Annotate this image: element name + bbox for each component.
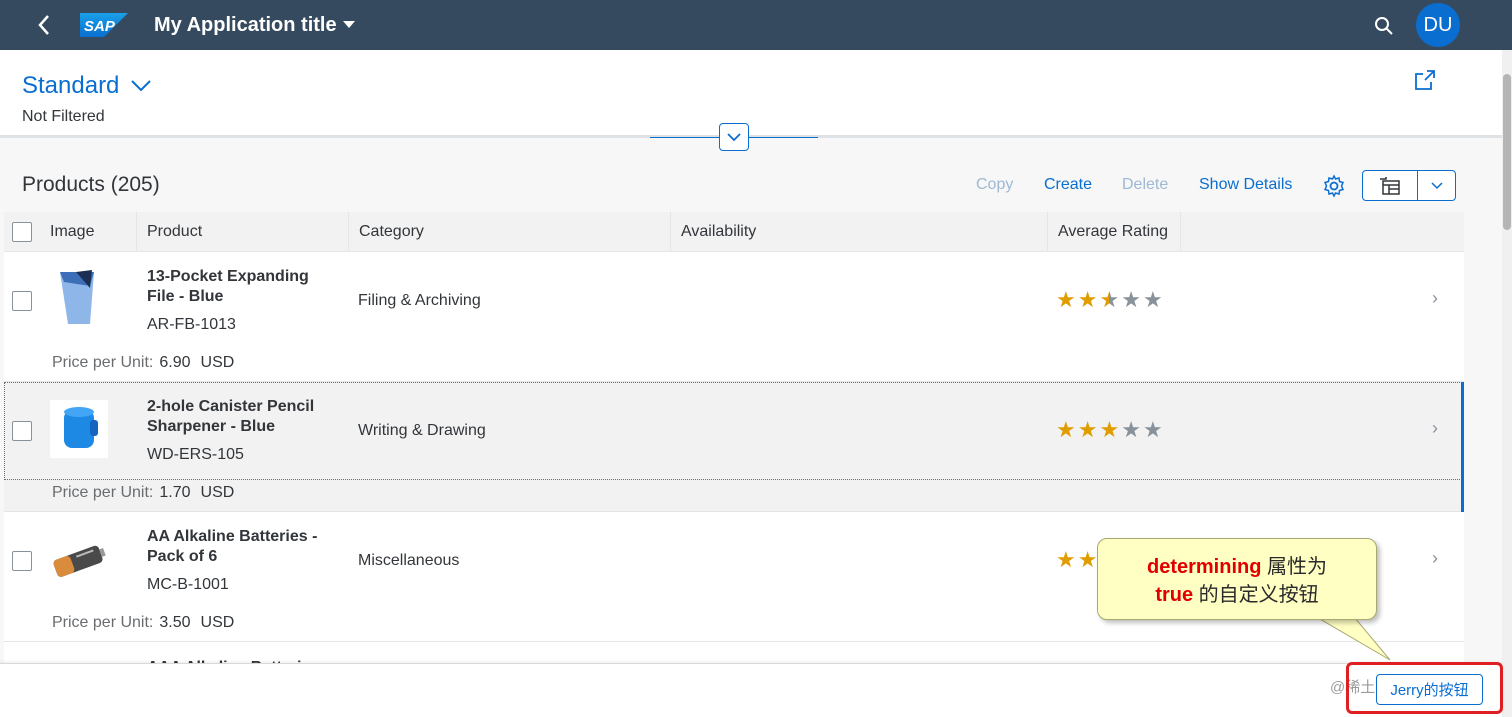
shell-bar: SAP My Application title DU [0,0,1512,50]
variant-title: Standard [22,72,120,99]
chevron-down-icon [1430,181,1443,189]
table-header: Image Product Category Availability Aver… [4,212,1464,252]
filter-status: Not Filtered [22,108,105,125]
settings-gear-icon[interactable] [1322,174,1346,198]
half-star-icon: ★ [1099,287,1120,312]
product-category: Filing & Archiving [358,292,481,309]
scrollbar-thumb[interactable] [1503,74,1511,230]
product-name: AA Alkaline Batteries - Pack of 6 [147,528,318,565]
column-header-availability[interactable]: Availability [671,212,1048,252]
share-icon[interactable] [1413,68,1437,92]
callout-line-2: true 的自定义按钮 [1098,581,1376,609]
highlight-box [1346,662,1503,714]
avatar[interactable]: DU [1416,3,1460,47]
star-icon: ★ [1142,417,1163,442]
dynamic-page-header: Standard Not Filtered [0,50,1502,138]
star-icon: ★ [1142,287,1163,312]
price-per-unit: Price per Unit: 1.70 USD [52,484,234,502]
product-id: AR-FB-1013 [147,316,236,333]
column-header-category[interactable]: Category [349,212,671,252]
callout-keyword: determining [1146,556,1262,578]
star-icon: ★ [1056,417,1076,442]
show-details-button[interactable]: Show Details [1199,176,1292,194]
export-dropdown[interactable] [1418,171,1455,200]
chevron-down-icon [131,80,152,92]
dropdown-icon [342,21,355,28]
price-currency: USD [200,354,235,371]
product-name: 2-hole Canister Pencil Sharpener - Blue [147,398,315,435]
rating-indicator: ★ ★ ★ ★ ★ [1056,419,1163,441]
export-spreadsheet-icon [1380,176,1400,195]
column-header-product[interactable]: Product [137,212,349,252]
header-divider-right [749,137,818,138]
product-image-expanding-file [60,270,94,324]
star-icon: ★ [1077,287,1098,312]
search-icon [1375,17,1393,35]
create-button[interactable]: Create [1044,176,1092,194]
star-icon: ★ [1056,287,1076,312]
price-value: 3.50 [159,614,191,631]
product-category: Writing & Drawing [358,422,486,439]
star-icon: ★ [1077,417,1098,442]
chevron-down-icon [727,132,741,141]
product-id: WD-ERS-105 [147,446,244,463]
delete-button[interactable]: Delete [1122,176,1168,194]
export-menu-button[interactable] [1362,170,1456,201]
callout-annotation: determining 属性为 true 的自定义按钮 [1097,538,1377,620]
app-title: My Application title [154,13,337,36]
product-image-pencil-sharpener [50,400,108,458]
product-image-batteries [53,545,106,577]
row-checkbox[interactable] [12,291,32,311]
search-button[interactable] [1370,12,1398,40]
star-icon: ★ [1056,547,1076,572]
price-label: Price per Unit: [52,354,154,371]
column-header-average-rating[interactable]: Average Rating [1048,212,1181,252]
price-currency: USD [200,614,235,631]
navigation-chevron-icon[interactable]: › [1432,548,1438,569]
sap-logo-text: SAP [84,18,116,35]
price-currency: USD [200,484,235,501]
back-button[interactable] [22,0,66,50]
row-checkbox[interactable] [12,421,32,441]
column-header-image[interactable]: Image [40,212,137,252]
sap-logo[interactable]: SAP [80,13,128,37]
product-name: 13-Pocket Expanding File - Blue [147,268,309,305]
header-divider-left [650,137,719,138]
copy-button[interactable]: Copy [976,176,1013,194]
product-id: MC-B-1001 [147,576,229,593]
row-checkbox[interactable] [12,551,32,571]
callout-line-1: determining 属性为 [1098,553,1376,581]
callout-text: 的自定义按钮 [1198,582,1319,606]
navigation-chevron-icon[interactable]: › [1432,418,1438,439]
callout-keyword: true [1155,584,1194,606]
price-label: Price per Unit: [52,614,154,631]
footer-toolbar [0,663,1502,717]
star-icon: ★ [1121,287,1141,312]
price-per-unit: Price per Unit: 3.50 USD [52,614,234,632]
app-title-menu[interactable]: My Application title [154,14,355,37]
product-category: Miscellaneous [358,552,460,569]
price-per-unit: Price per Unit: 6.90 USD [52,354,234,372]
price-value: 6.90 [159,354,191,371]
price-value: 1.70 [159,484,191,501]
rating-indicator: ★ ★ ★ ★ ★ [1056,289,1163,311]
price-label: Price per Unit: [52,484,154,501]
star-icon: ★ [1077,547,1098,572]
navigation-chevron-icon[interactable]: › [1432,288,1438,309]
row-selection-indicator [1461,382,1464,512]
table-row[interactable]: 2-hole Canister Pencil Sharpener - Blue … [4,382,1464,512]
export-button[interactable] [1363,171,1418,200]
table-row[interactable]: 13-Pocket Expanding File - Blue AR-FB-10… [4,252,1464,382]
variant-management[interactable]: Standard [22,72,152,100]
select-all-checkbox[interactable] [12,222,32,242]
star-icon: ★ [1099,417,1120,442]
collapse-header-button[interactable] [719,123,749,151]
star-icon: ★ [1121,417,1141,442]
back-icon [38,15,49,35]
callout-text: 属性为 [1267,554,1327,578]
table-title: Products (205) [22,173,160,196]
